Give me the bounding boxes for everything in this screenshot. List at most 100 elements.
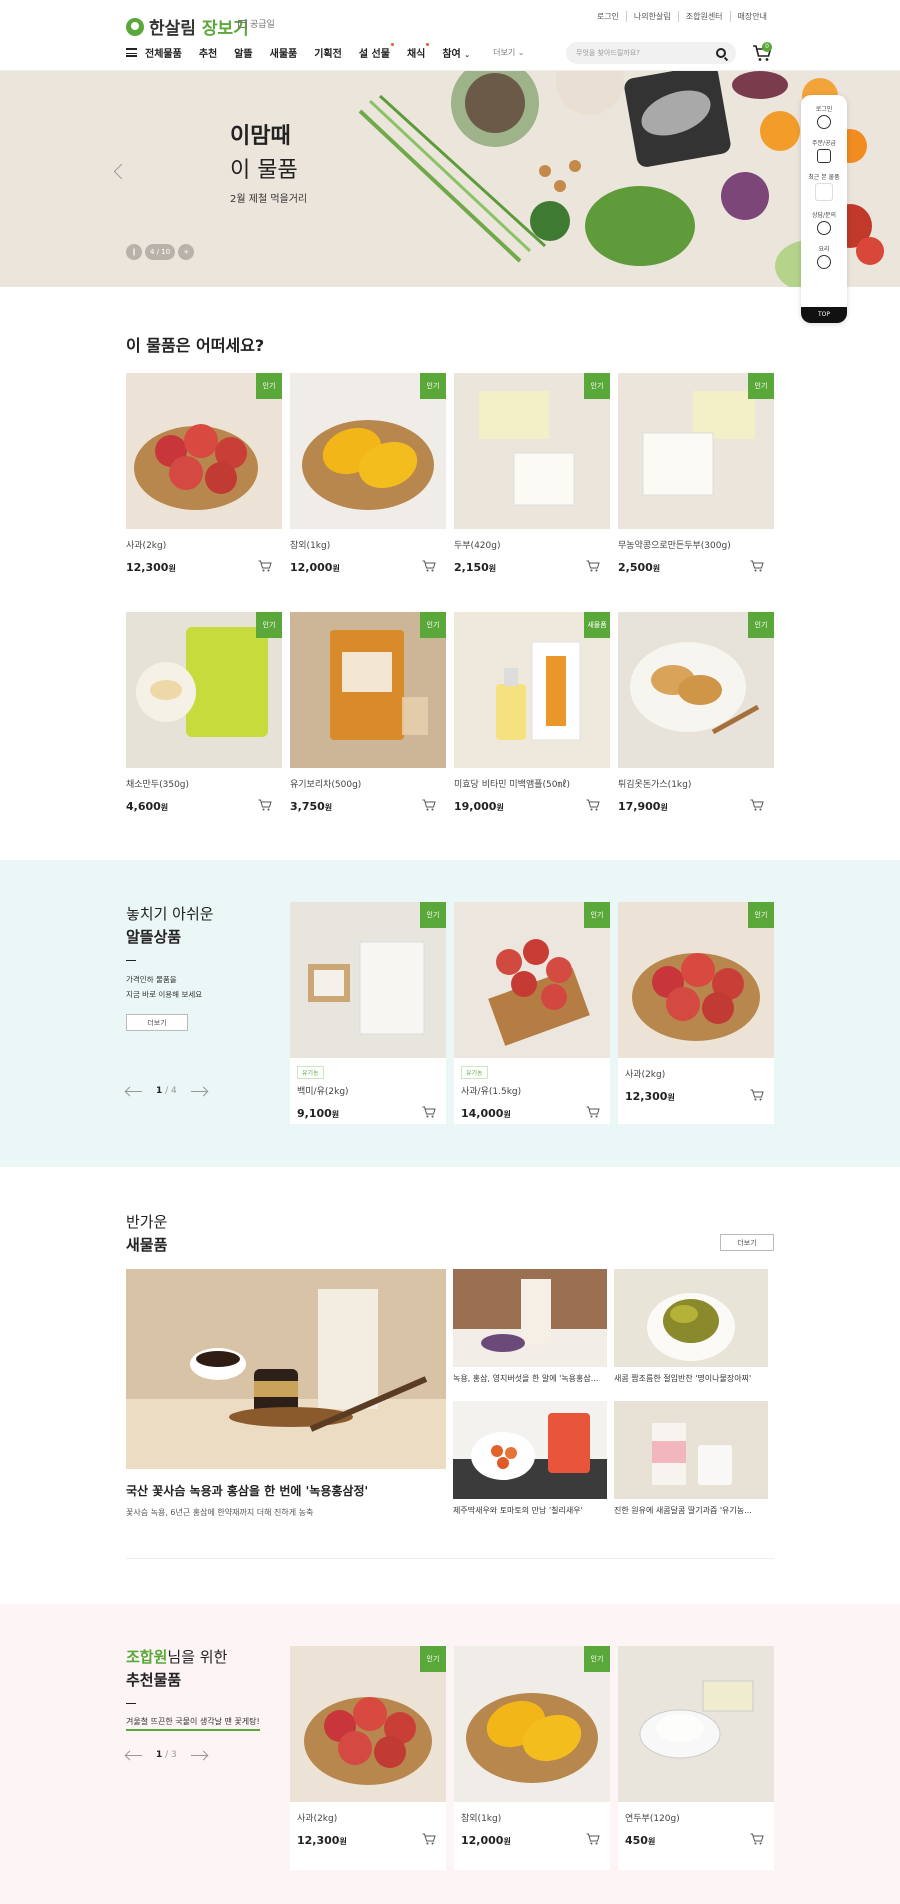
- cart-icon[interactable]: [750, 1833, 764, 1845]
- cart-icon[interactable]: [258, 799, 272, 811]
- nav-gift[interactable]: 설 선물: [359, 43, 395, 60]
- nav-participate[interactable]: 참여 ⌄: [442, 45, 470, 60]
- product-card[interactable]: 인기 유기농 백미/유(2kg) 9,100원: [290, 902, 446, 1124]
- nav-all-products[interactable]: 전체물품: [145, 45, 182, 60]
- pause-icon: ∥: [132, 248, 136, 256]
- quick-orders[interactable]: 주문/공급: [801, 138, 847, 163]
- nav-more[interactable]: 더보기 ⌄: [493, 47, 524, 58]
- cart-icon[interactable]: [750, 560, 764, 572]
- product-price: 9,100원: [297, 1107, 340, 1120]
- quick-inquiry[interactable]: 상담/문의: [801, 210, 847, 235]
- product-image: 인기: [290, 373, 446, 529]
- cart-icon[interactable]: [586, 560, 600, 572]
- badge: 인기: [584, 1646, 610, 1672]
- login-link[interactable]: 로그인: [590, 11, 626, 22]
- member-center-link[interactable]: 조합원센터: [677, 11, 730, 22]
- search-input[interactable]: 무엇을 찾아드릴까요?: [566, 42, 736, 64]
- product-name: 사과(2kg): [297, 1814, 338, 1824]
- quick-login[interactable]: 로그인: [801, 104, 847, 129]
- new-item[interactable]: 제주딱새우와 토마토의 만남 '칠리새우': [453, 1401, 607, 1516]
- logo-icon: [126, 17, 144, 36]
- product-card[interactable]: 인기 유기보리차(500g) 3,750원: [290, 612, 446, 813]
- new-item[interactable]: 진한 원유에 새콤달콤 딸기과즙 '유기농...: [614, 1401, 768, 1516]
- product-card[interactable]: 인기 사과(2kg) 12,300원: [126, 373, 282, 574]
- new-title-2: 새물품: [126, 1236, 168, 1254]
- new-heading: 반가운 새물품: [126, 1211, 167, 1255]
- product-name: 채소만두(350g): [126, 780, 190, 790]
- more-button[interactable]: 더보기: [126, 1014, 188, 1031]
- main-nav: 전체물품 추천 알뜰 새물품 기획전 설 선물 채식 참여 ⌄ 더보기 ⌄: [126, 43, 524, 60]
- chef-hat-icon: [817, 255, 831, 269]
- delivery-date-link[interactable]: 공급일: [238, 17, 275, 30]
- hamburger-icon[interactable]: [126, 48, 137, 57]
- product-card[interactable]: 인기 사과(2kg) 12,300원: [618, 902, 774, 1124]
- cart-icon[interactable]: [422, 1106, 436, 1118]
- product-name: 미효당 비타민 미백앰플(50㎖): [454, 780, 570, 790]
- banner-copy: 이맘때 이 물품 2월 제철 먹을거리: [230, 118, 307, 205]
- new-title-1: 반가운: [126, 1213, 168, 1231]
- store-info-link[interactable]: 매장안내: [729, 11, 774, 22]
- cart-icon[interactable]: [422, 799, 436, 811]
- organic-tag: 유기농: [297, 1066, 324, 1079]
- page-indicator: 1 / 4: [156, 1086, 177, 1096]
- cart-icon[interactable]: [258, 560, 272, 572]
- pause-button[interactable]: ∥: [126, 244, 142, 260]
- new-item-image: [453, 1269, 607, 1367]
- product-card[interactable]: 연두부(120g) 450원: [618, 1646, 774, 1870]
- product-price: 450원: [625, 1834, 656, 1847]
- member-desc[interactable]: 겨울철 뜨끈한 국물이 생각날 땐 꽃게탕!: [126, 1716, 260, 1731]
- product-image: 인기: [618, 373, 774, 529]
- product-card[interactable]: 인기 무농약콩으로만든두부(300g) 2,500원: [618, 373, 774, 574]
- banner-subtitle: 2월 제철 먹을거리: [230, 194, 308, 205]
- product-price: 12,000원: [461, 1834, 511, 1847]
- member-pager: 1 / 3: [126, 1750, 207, 1760]
- product-name: 무농약콩으로만든두부(300g): [618, 541, 731, 551]
- nav-events[interactable]: 기획전: [314, 45, 342, 60]
- new-item-caption: 진한 원유에 새콤달콤 딸기과즙 '유기농...: [614, 1506, 752, 1515]
- cart-icon[interactable]: [586, 1833, 600, 1845]
- new-main-item[interactable]: 국산 꽃사슴 녹용과 홍삼을 한 번에 '녹용홍삼정' 꽃사슴 녹용, 6년근 …: [126, 1269, 446, 1518]
- banner-expand-button[interactable]: +: [178, 244, 195, 260]
- more-button[interactable]: 더보기: [720, 1234, 774, 1251]
- arrow-right-icon[interactable]: [190, 1754, 207, 1756]
- nav-vegan[interactable]: 채식: [407, 43, 430, 60]
- product-card[interactable]: 인기 사과(2kg) 12,300원: [290, 1646, 446, 1870]
- nav-bargain[interactable]: 알뜰: [234, 45, 252, 60]
- badge: 인기: [420, 902, 446, 928]
- search-icon[interactable]: [716, 48, 726, 58]
- nav-new[interactable]: 새물품: [270, 45, 298, 60]
- scroll-top-button[interactable]: TOP: [801, 307, 847, 323]
- new-item-image: [614, 1401, 768, 1499]
- cart-icon[interactable]: [586, 799, 600, 811]
- quick-recent[interactable]: 최근 본 물품: [801, 172, 847, 201]
- bargain-heading: 놓치기 아쉬운 알뜰상품 가격인하 물품을 지금 바로 이용해 보세요 더보기: [126, 903, 214, 1031]
- new-item[interactable]: 새콤 짭조름한 절임반찬 '명이나물장아찌': [614, 1269, 768, 1384]
- arrow-right-icon[interactable]: [190, 1090, 207, 1092]
- bargain-desc-1: 가격인하 물품을: [126, 975, 177, 984]
- product-image: 인기: [290, 902, 446, 1058]
- arrow-left-icon[interactable]: [126, 1754, 142, 1756]
- cart-icon[interactable]: [422, 1833, 436, 1845]
- quick-recipe[interactable]: 요리: [801, 244, 847, 269]
- my-hansalim-link[interactable]: 나의한살림: [625, 11, 678, 22]
- product-card[interactable]: 인기 튀김옷돈가스(1kg) 17,900원: [618, 612, 774, 813]
- nav-recommend[interactable]: 추천: [199, 45, 217, 60]
- new-main-image: [126, 1269, 446, 1469]
- product-card[interactable]: 인기 채소만두(350g) 4,600원: [126, 612, 282, 813]
- cart-icon[interactable]: [750, 1089, 764, 1101]
- product-card[interactable]: 인기 유기농 사과/유(1.5kg) 14,000원: [454, 902, 610, 1124]
- product-card[interactable]: 인기 참외(1kg) 12,000원: [454, 1646, 610, 1870]
- arrow-left-icon[interactable]: [126, 1090, 142, 1092]
- product-price: 14,000원: [461, 1107, 511, 1120]
- product-card[interactable]: 인기 두부(420g) 2,150원: [454, 373, 610, 574]
- cart-icon[interactable]: [422, 560, 436, 572]
- new-main-desc: 꽃사슴 녹용, 6년근 홍삼에 한약재까지 더해 진하게 농축: [126, 1508, 314, 1517]
- site-logo[interactable]: 한살림 장보기: [126, 14, 249, 39]
- product-card[interactable]: 인기 참외(1kg) 12,000원: [290, 373, 446, 574]
- product-card[interactable]: 새물품 미효당 비타민 미백앰플(50㎖) 19,000원: [454, 612, 610, 813]
- cart-icon[interactable]: [750, 799, 764, 811]
- cart-icon[interactable]: [586, 1106, 600, 1118]
- new-item[interactable]: 녹용, 홍삼, 영지버섯을 한 알에 '녹용홍삼...: [453, 1269, 607, 1384]
- bargain-title-1: 놓치기 아쉬운: [126, 905, 214, 923]
- section-title-recommend: 이 물품은 어떠세요?: [126, 336, 265, 355]
